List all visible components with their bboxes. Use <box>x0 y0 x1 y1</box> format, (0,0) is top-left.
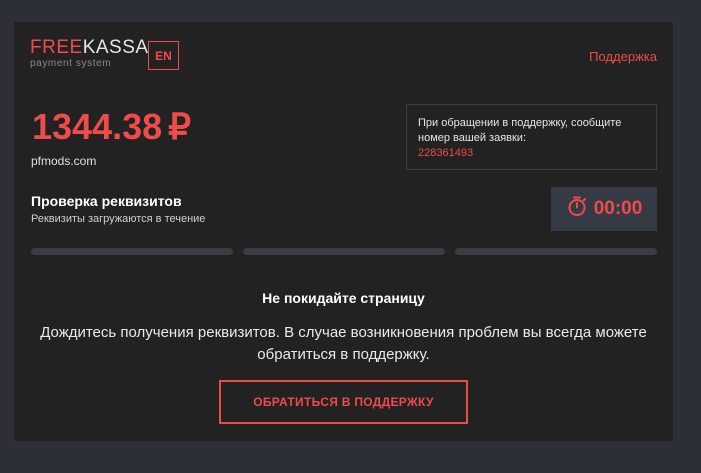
stay-on-page-text: Дождитесь получения реквизитов. В случае… <box>40 324 647 363</box>
stopwatch-icon <box>566 195 588 223</box>
payment-card: FREEKASSA payment system EN Поддержка 13… <box>14 22 673 441</box>
currency-symbol: ₽ <box>168 106 192 147</box>
support-link[interactable]: Поддержка <box>589 49 657 64</box>
merchant-name: pfmods.com <box>31 154 97 168</box>
freekassa-logo: FREEKASSA payment system <box>30 38 149 69</box>
support-notice-text: При обращении в поддержку, сообщите номе… <box>418 117 622 144</box>
progress-segment <box>31 248 233 255</box>
amount-value: 1344.38 <box>32 106 163 147</box>
support-notice: При обращении в поддержку, сообщите номе… <box>406 104 657 170</box>
logo-brand-part1: FREE <box>30 37 83 58</box>
progress-segment <box>243 248 445 255</box>
contact-support-button[interactable]: ОБРАТИТЬСЯ В ПОДДЕРЖКУ <box>219 380 468 424</box>
timer-value: 00:00 <box>593 198 643 219</box>
payment-amount: 1344.38 ₽ <box>32 106 191 148</box>
logo-wordmark: FREEKASSA <box>30 38 149 57</box>
verification-subtitle: Реквизиты загружаются в течение <box>31 213 206 225</box>
order-id: 228361493 <box>418 147 474 159</box>
countdown-timer: 00:00 <box>551 187 657 231</box>
logo-brand-part2: KASSA <box>82 37 149 58</box>
language-button[interactable]: EN <box>148 41 179 70</box>
progress-segment <box>455 248 657 255</box>
verification-title: Проверка реквизитов <box>31 193 182 209</box>
stay-on-page-title: Не покидайте страницу <box>262 290 425 306</box>
logo-tagline: payment system <box>30 58 112 69</box>
loading-progress <box>31 248 657 255</box>
